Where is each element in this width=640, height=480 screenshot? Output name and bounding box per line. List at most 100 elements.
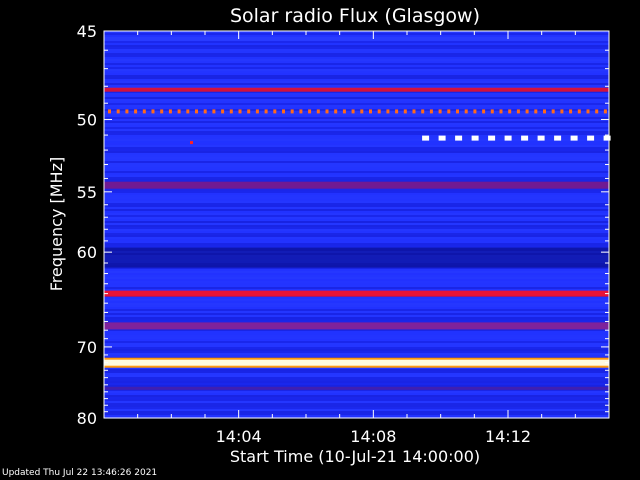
texture-row <box>104 397 609 399</box>
x-tick-label: 14:08 <box>350 427 396 446</box>
y-tick-label: 55 <box>77 183 97 202</box>
y-tick-label: 70 <box>77 338 97 357</box>
texture-row <box>104 125 609 127</box>
texture-row <box>104 229 609 231</box>
texture-row <box>104 63 609 65</box>
texture-row <box>104 351 609 353</box>
band-segment <box>108 109 111 114</box>
band-segment <box>537 135 545 141</box>
texture-row <box>104 245 609 247</box>
band-segment <box>455 135 463 141</box>
texture-row <box>104 35 609 37</box>
texture-row <box>104 317 609 319</box>
texture-row <box>104 157 609 159</box>
band-64 <box>104 290 609 297</box>
texture-row <box>104 405 609 407</box>
texture-row <box>104 121 609 123</box>
texture-row <box>104 335 609 337</box>
texture-row <box>104 379 609 381</box>
texture-row <box>104 355 609 357</box>
texture-row <box>104 331 609 333</box>
band-segment <box>521 135 529 141</box>
band-segment <box>603 109 607 114</box>
texture-row <box>104 313 609 315</box>
texture-row <box>104 409 609 411</box>
texture-row <box>104 135 609 137</box>
band-segment <box>504 135 512 141</box>
texture-row <box>104 193 609 195</box>
texture-row <box>104 391 609 393</box>
band-segment <box>369 109 372 114</box>
texture-row <box>104 371 609 373</box>
texture-row <box>104 241 609 243</box>
x-tick-label: 14:12 <box>485 427 531 446</box>
band-segment <box>386 109 390 114</box>
texture-row <box>104 123 609 125</box>
band-segment <box>177 109 181 114</box>
texture-row <box>104 401 609 403</box>
texture-row <box>104 127 609 129</box>
y-axis-label: Frequency [MHz] <box>47 157 66 291</box>
band-segment <box>273 109 277 114</box>
texture-row <box>104 139 609 141</box>
texture-row <box>104 43 609 45</box>
x-axis-label: Start Time (10-Jul-21 14:00:00) <box>230 447 480 466</box>
texture-row <box>104 97 609 99</box>
texture-row <box>104 67 609 69</box>
texture-row <box>104 49 609 51</box>
plot-area <box>103 30 611 419</box>
band-segment <box>238 109 242 114</box>
texture-row <box>104 233 609 235</box>
band-segment <box>203 109 207 114</box>
texture-row <box>104 349 609 351</box>
texture-row <box>104 141 609 143</box>
band-segment <box>508 109 512 114</box>
texture-row <box>104 33 609 35</box>
band-segment <box>595 109 599 114</box>
band-segment <box>316 109 320 114</box>
band-segment <box>125 109 129 114</box>
texture-row <box>104 165 609 167</box>
band-segment <box>308 109 312 114</box>
texture-row <box>104 55 609 57</box>
texture-row <box>104 399 609 401</box>
texture-row <box>104 81 609 83</box>
texture-row <box>104 413 609 415</box>
band-segment <box>403 109 407 114</box>
band-segment <box>587 135 595 141</box>
texture-row <box>104 83 609 85</box>
band-segment <box>438 109 442 114</box>
texture-row <box>104 217 609 219</box>
texture-row <box>104 79 609 81</box>
texture-row <box>104 311 609 313</box>
texture-row <box>104 201 609 203</box>
band-segment <box>525 109 529 114</box>
y-tick-label: 45 <box>77 22 97 41</box>
band-segment <box>543 109 546 114</box>
texture-row <box>104 269 609 271</box>
texture-row <box>104 73 609 75</box>
texture-row <box>104 239 609 241</box>
texture-row <box>104 107 609 109</box>
texture-row <box>104 273 609 275</box>
texture-row <box>104 385 609 387</box>
texture-row <box>104 407 609 409</box>
texture-row <box>104 69 609 71</box>
texture-row <box>104 151 609 153</box>
band-segment <box>438 135 446 141</box>
texture-row <box>104 337 609 339</box>
texture-row <box>104 103 609 105</box>
texture-row <box>104 77 609 79</box>
spectrogram-chart: Solar radio Flux (Glasgow) 455055607080 … <box>47 5 611 466</box>
texture-row <box>104 207 609 209</box>
band-segment <box>229 109 233 114</box>
band-segment <box>499 109 503 114</box>
texture-row <box>104 173 609 175</box>
band-segment <box>570 135 578 141</box>
chart-title: Solar radio Flux (Glasgow) <box>230 5 480 27</box>
texture-row <box>104 45 609 47</box>
band-segment <box>299 109 303 114</box>
texture-row <box>104 47 609 49</box>
texture-row <box>104 203 609 205</box>
texture-row <box>104 115 609 117</box>
